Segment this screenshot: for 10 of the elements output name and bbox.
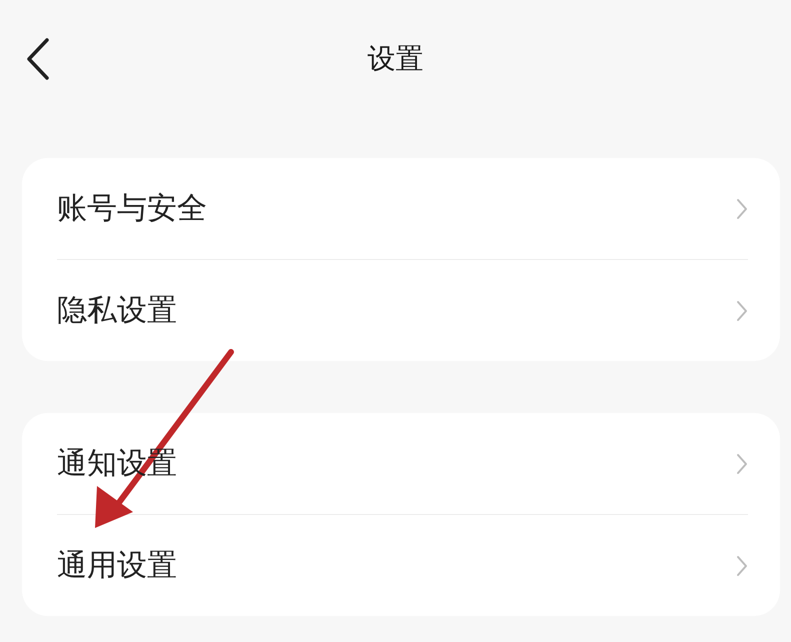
chevron-icon <box>736 198 748 220</box>
chevron-icon <box>736 554 748 576</box>
chevron-icon <box>736 300 748 322</box>
settings-item[interactable]: 通用设置 <box>57 515 748 616</box>
page-title: 设置 <box>368 41 424 77</box>
settings-item[interactable]: 通知设置 <box>57 413 748 514</box>
settings-item[interactable]: 账号与安全 <box>57 158 748 259</box>
back-icon[interactable] <box>26 38 50 80</box>
chevron-icon <box>736 452 748 474</box>
settings-item[interactable]: 隐私设置 <box>57 260 748 361</box>
